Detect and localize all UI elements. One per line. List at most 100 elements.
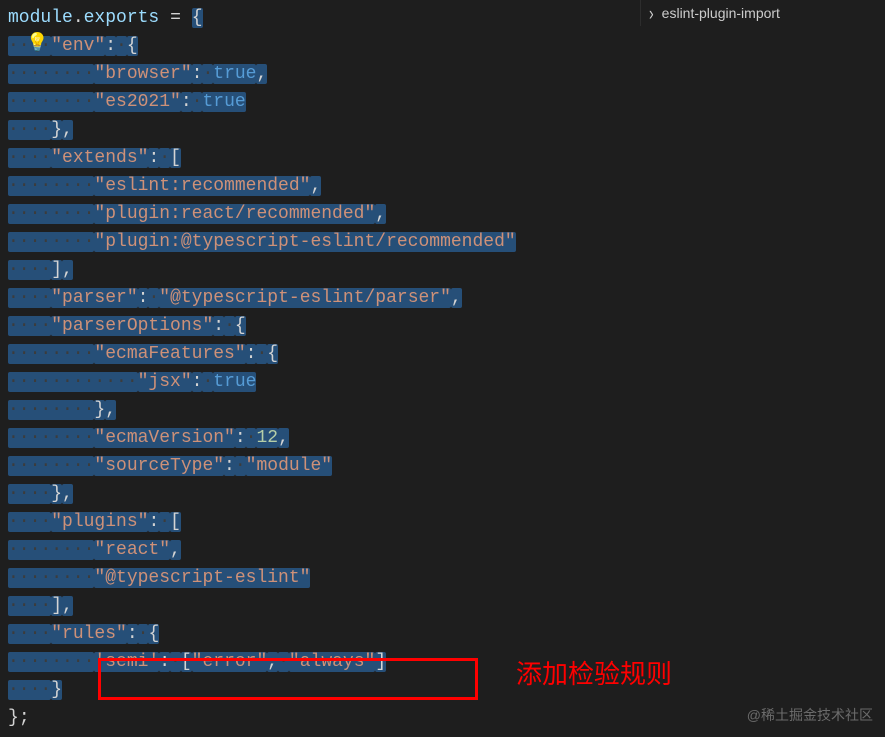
code-token: ········	[8, 344, 94, 364]
code-editor[interactable]: module.exports = {····"env":·{········"b…	[0, 0, 885, 732]
code-line[interactable]: ········"@typescript-eslint"	[0, 564, 885, 592]
code-token: ,	[267, 652, 278, 672]
code-token: ········	[8, 204, 94, 224]
code-line[interactable]: ····],	[0, 592, 885, 620]
code-token: ,	[451, 288, 462, 308]
code-token: ,	[278, 428, 289, 448]
code-token: "rules"	[51, 624, 127, 644]
code-line[interactable]: ········"ecmaFeatures":·{	[0, 340, 885, 368]
code-token: :	[148, 148, 159, 168]
code-line[interactable]: ········"plugin:react/recommended",	[0, 200, 885, 228]
code-token: :	[138, 288, 149, 308]
code-line[interactable]: ········"eslint:recommended",	[0, 172, 885, 200]
code-token: ·	[170, 652, 181, 672]
code-token: "sourceType"	[94, 456, 224, 476]
code-token: :	[127, 624, 138, 644]
code-line[interactable]: ········"sourceType":·"module"	[0, 452, 885, 480]
code-token: ·	[148, 288, 159, 308]
code-line[interactable]: ············"jsx":·true	[0, 368, 885, 396]
code-token	[181, 8, 192, 28]
code-token: }	[8, 708, 19, 728]
code-token: :	[192, 64, 203, 84]
code-line[interactable]: ····],	[0, 256, 885, 284]
code-token: ········	[8, 232, 94, 252]
code-line[interactable]: ········"react",	[0, 536, 885, 564]
code-token: "eslint:recommended"	[94, 176, 310, 196]
code-token: :	[235, 428, 246, 448]
code-token: "react"	[94, 540, 170, 560]
code-token: ············	[8, 372, 138, 392]
code-token: {	[127, 36, 138, 56]
code-token: ]	[375, 652, 386, 672]
code-line[interactable]: ····},	[0, 116, 885, 144]
code-token: :	[224, 456, 235, 476]
code-token: "error"	[192, 652, 268, 672]
code-token: ····	[8, 316, 51, 336]
code-token: }	[51, 484, 62, 504]
code-token: .	[73, 8, 84, 28]
code-line[interactable]: ········"ecmaVersion":·12,	[0, 424, 885, 452]
lightbulb-icon[interactable]: 💡	[26, 30, 48, 58]
code-token: ····	[8, 484, 51, 504]
code-token: "env"	[51, 36, 105, 56]
code-line[interactable]: ········},	[0, 396, 885, 424]
code-line[interactable]: ········'semi':·["error",·"always"]	[0, 648, 885, 676]
code-token: "always"	[289, 652, 375, 672]
code-token: ,	[375, 204, 386, 224]
code-token: ·	[116, 36, 127, 56]
code-token: 12	[256, 428, 278, 448]
code-token: "browser"	[94, 64, 191, 84]
code-token: ,	[310, 176, 321, 196]
code-line[interactable]: ····"env":·{	[0, 32, 885, 60]
code-token: ,	[170, 540, 181, 560]
code-token: }	[94, 400, 105, 420]
code-token: "module"	[246, 456, 332, 476]
code-token: ·	[159, 148, 170, 168]
code-token: ·	[202, 372, 213, 392]
code-token: ·	[224, 316, 235, 336]
code-line[interactable]: ········"plugin:@typescript-eslint/recom…	[0, 228, 885, 256]
code-token: :	[246, 344, 257, 364]
code-token: exports	[84, 8, 160, 28]
code-token: {	[267, 344, 278, 364]
code-line[interactable]: ····}	[0, 676, 885, 704]
code-token: [	[170, 148, 181, 168]
code-token: ]	[51, 596, 62, 616]
code-token: 'semi'	[94, 652, 159, 672]
code-line[interactable]: ········"browser":·true,	[0, 60, 885, 88]
code-token: ·	[192, 92, 203, 112]
code-token: "@typescript-eslint"	[94, 568, 310, 588]
code-token: }	[51, 680, 62, 700]
code-token: :	[181, 92, 192, 112]
code-token: ········	[8, 568, 94, 588]
code-token: ········	[8, 652, 94, 672]
code-token: {	[235, 316, 246, 336]
code-line[interactable]: module.exports = {	[0, 4, 885, 32]
code-token: ]	[51, 260, 62, 280]
annotation-text: 添加检验规则	[516, 660, 672, 688]
code-token: "jsx"	[138, 372, 192, 392]
code-token: ········	[8, 92, 94, 112]
code-token: ····	[8, 148, 51, 168]
code-token: ····	[8, 680, 51, 700]
code-token: ········	[8, 456, 94, 476]
code-token: [	[181, 652, 192, 672]
code-line[interactable]: ····},	[0, 480, 885, 508]
code-token: true	[213, 64, 256, 84]
code-token: :	[105, 36, 116, 56]
code-line[interactable]: ····"rules":·{	[0, 620, 885, 648]
code-line[interactable]: ····"extends":·[	[0, 144, 885, 172]
code-token: }	[51, 120, 62, 140]
code-line[interactable]: ····"plugins":·[	[0, 508, 885, 536]
code-line[interactable]: ········"es2021":·true	[0, 88, 885, 116]
code-token: ,	[105, 400, 116, 420]
code-token: ····	[8, 288, 51, 308]
code-token: "plugin:@typescript-eslint/recommended"	[94, 232, 515, 252]
code-token: ····	[8, 260, 51, 280]
code-token: true	[213, 372, 256, 392]
code-token: ········	[8, 176, 94, 196]
code-line[interactable]: ····"parserOptions":·{	[0, 312, 885, 340]
code-token: "es2021"	[94, 92, 180, 112]
code-line[interactable]: ····"parser":·"@typescript-eslint/parser…	[0, 284, 885, 312]
code-token: ·	[235, 456, 246, 476]
